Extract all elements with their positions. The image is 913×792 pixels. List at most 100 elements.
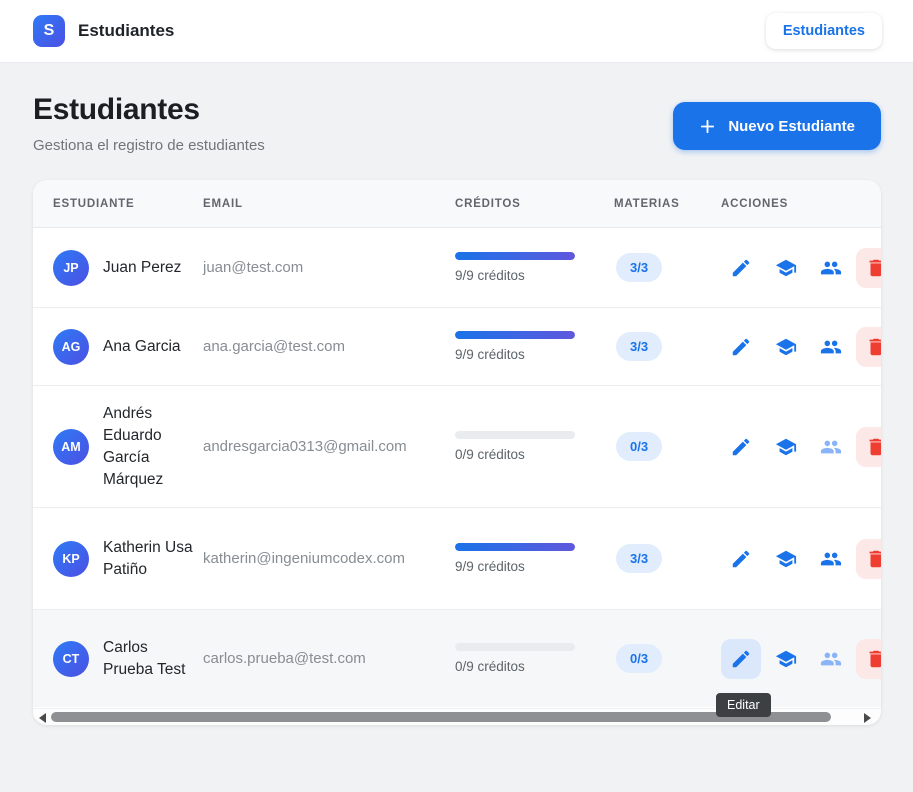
credits-progress-track (455, 252, 575, 260)
subjects-button[interactable] (766, 427, 806, 467)
credits-cell: 0/9 créditos (455, 431, 614, 462)
graduation-cap-icon (775, 550, 797, 567)
subjects-button[interactable] (766, 327, 806, 367)
page-title: Estudiantes (33, 93, 200, 126)
column-header-email: Email (203, 197, 243, 210)
student-email: juan@test.com (203, 258, 304, 276)
subjects-button[interactable] (766, 639, 806, 679)
students-table-card: Estudiante Email Créditos Materias Accio… (33, 180, 881, 725)
actions-cell (721, 326, 881, 367)
delete-button[interactable] (856, 638, 881, 679)
scrollbar-right-arrow-icon[interactable] (864, 713, 871, 723)
people-icon (820, 440, 842, 453)
email-cell: ana.garcia@test.com (203, 338, 455, 356)
student-cell: KP Katherin Usa Patiño (33, 537, 203, 581)
materias-cell: 0/3 (614, 432, 721, 461)
groups-button[interactable] (811, 327, 851, 367)
graduation-cap-icon (775, 338, 797, 355)
materias-badge: 3/3 (616, 332, 663, 361)
new-student-button[interactable]: Nuevo Estudiante (673, 102, 881, 150)
delete-button[interactable] (856, 426, 881, 467)
people-icon (820, 652, 842, 665)
student-name: Katherin Usa Patiño (103, 538, 193, 578)
edit-button[interactable] (721, 638, 761, 679)
subjects-button[interactable] (766, 539, 806, 579)
student-cell: JP Juan Perez (33, 249, 203, 286)
student-email: carlos.prueba@test.com (203, 649, 366, 667)
credits-label: 0/9 créditos (455, 447, 525, 462)
student-name: Ana Garcia (103, 337, 181, 355)
avatar: KP (53, 540, 89, 577)
actions-cell (721, 638, 881, 679)
materias-cell: 3/3 (614, 332, 721, 361)
table-body: JP Juan Perez juan@test.com 9/9 créditos… (33, 228, 881, 707)
student-name: Juan Perez (103, 258, 182, 276)
materias-cell: 3/3 (614, 544, 721, 573)
credits-cell: 0/9 créditos (455, 643, 614, 674)
credits-progress-track (455, 431, 575, 439)
edit-button[interactable] (721, 327, 761, 367)
edit-button[interactable] (721, 248, 761, 288)
student-name: Carlos Prueba Test (103, 638, 186, 678)
nav-tab-estudiantes[interactable]: Estudiantes (765, 13, 882, 49)
subjects-button[interactable] (766, 248, 806, 288)
student-email: andresgarcia0313@gmail.com (203, 437, 407, 455)
materias-badge: 0/3 (616, 432, 663, 461)
actions-cell (721, 538, 881, 579)
pencil-icon (732, 550, 750, 567)
trash-icon (869, 650, 881, 667)
graduation-cap-icon (775, 259, 797, 276)
credits-label: 9/9 créditos (455, 347, 525, 362)
edit-button[interactable] (721, 539, 761, 579)
delete-button[interactable] (856, 326, 881, 367)
people-icon (820, 552, 842, 565)
delete-button[interactable] (856, 247, 881, 288)
student-cell: AM Andrés Eduardo García Márquez (33, 403, 203, 491)
groups-button[interactable] (811, 427, 851, 467)
avatar: AM (53, 428, 89, 465)
avatar-initials: AM (61, 439, 81, 454)
scrollbar-thumb[interactable] (51, 712, 831, 722)
credits-progress-fill (455, 543, 575, 551)
app-title: Estudiantes (78, 21, 175, 40)
edit-tooltip: Editar (716, 693, 771, 717)
credits-progress-track (455, 543, 575, 551)
page-header: Estudiantes Gestiona el registro de estu… (33, 93, 881, 154)
groups-button[interactable] (811, 539, 851, 579)
pencil-icon (732, 338, 750, 355)
actions-cell (721, 247, 881, 288)
edit-button[interactable] (721, 427, 761, 467)
table-row: AM Andrés Eduardo García Márquez andresg… (33, 386, 881, 508)
materias-badge: 3/3 (616, 253, 663, 282)
materias-cell: 3/3 (614, 253, 721, 282)
credits-cell: 9/9 créditos (455, 252, 614, 283)
credits-cell: 9/9 créditos (455, 543, 614, 574)
table-header-row: Estudiante Email Créditos Materias Accio… (33, 180, 881, 228)
graduation-cap-icon (775, 438, 797, 455)
table-scroll-area[interactable]: Estudiante Email Créditos Materias Accio… (33, 180, 881, 707)
avatar-initials: CT (62, 651, 80, 666)
page-subtitle: Gestiona el registro de estudiantes (33, 137, 265, 154)
student-email: ana.garcia@test.com (203, 337, 345, 355)
top-bar: S Estudiantes Estudiantes (0, 0, 913, 63)
email-cell: carlos.prueba@test.com (203, 650, 455, 668)
groups-button[interactable] (811, 248, 851, 288)
avatar-initials: AG (61, 339, 81, 354)
groups-button[interactable] (811, 639, 851, 679)
scrollbar-left-arrow-icon[interactable] (39, 713, 46, 723)
people-icon (820, 340, 842, 353)
pencil-icon (732, 650, 750, 667)
pencil-icon (732, 438, 750, 455)
student-cell: AG Ana Garcia (33, 328, 203, 365)
app-logo: S (33, 15, 65, 47)
credits-progress-fill (455, 252, 575, 260)
column-header-materias: Materias (614, 197, 680, 210)
delete-button[interactable] (856, 538, 881, 579)
app-logo-letter: S (43, 22, 55, 39)
column-header-acciones: Acciones (721, 197, 789, 210)
page-header-text: Estudiantes Gestiona el registro de estu… (33, 93, 265, 154)
pencil-icon (732, 259, 750, 276)
table-row: AG Ana Garcia ana.garcia@test.com 9/9 cr… (33, 308, 881, 386)
credits-label: 9/9 créditos (455, 559, 525, 574)
trash-icon (869, 259, 881, 276)
